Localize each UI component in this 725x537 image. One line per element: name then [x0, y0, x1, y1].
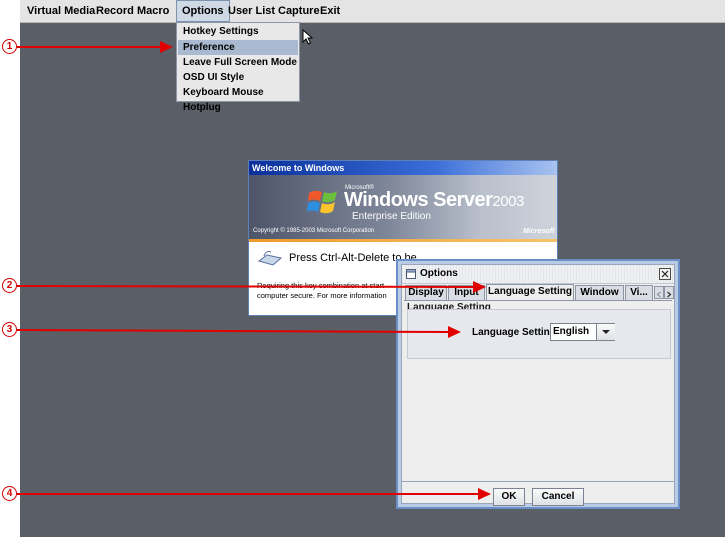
tab-video[interactable]: Vi... [625, 285, 653, 300]
cancel-button[interactable]: Cancel [532, 488, 584, 506]
options-panel: Options Display Input Language Setting W… [401, 264, 675, 506]
copyright-text: Copyright © 1985-2003 Microsoft Corporat… [253, 228, 375, 234]
menu-item-preference[interactable]: Preference [178, 40, 298, 55]
windows-banner: Microsoft® Windows Server2003 Enterprise… [249, 175, 557, 239]
menu-options[interactable]: Options [176, 0, 230, 22]
menu-virtual-media[interactable]: Virtual Media [22, 0, 100, 22]
chevron-left-icon [656, 291, 661, 298]
welcome-title: Welcome to Windows [249, 161, 557, 175]
callout-1: 1 [2, 39, 17, 54]
callout-2: 2 [2, 278, 17, 293]
keyboard-icon [257, 251, 283, 266]
close-icon[interactable] [659, 268, 671, 280]
chevron-down-icon [602, 330, 610, 334]
menu-item-leave-full-screen[interactable]: Leave Full Screen Mode [178, 55, 298, 70]
callout-4: 4 [2, 486, 17, 501]
chevron-right-icon [667, 291, 672, 298]
tab-window[interactable]: Window [575, 285, 624, 300]
callout-3: 3 [2, 322, 17, 337]
language-select[interactable]: English [550, 323, 615, 341]
options-dialog: Options Display Input Language Setting W… [396, 259, 680, 509]
callout-4-arrowhead [478, 488, 491, 500]
menu-macro[interactable]: Macro [132, 0, 174, 22]
edition-label: Enterprise Edition [352, 211, 431, 222]
mouse-pointer-icon [302, 29, 314, 45]
microsoft-logo: Microsoft [523, 228, 555, 235]
callout-2-arrowhead [473, 281, 486, 293]
footer-separator [402, 481, 674, 482]
language-select-button[interactable] [596, 324, 615, 340]
callout-1-line [17, 46, 161, 48]
options-dropdown: Hotkey Settings Preference Leave Full Sc… [176, 22, 300, 113]
tab-scroll-left-button[interactable] [654, 286, 664, 299]
window-icon [406, 269, 416, 279]
callout-1-arrowhead [160, 41, 173, 53]
menu-exit[interactable]: Exit [315, 0, 345, 22]
product-name-row: Windows Server2003 [344, 189, 524, 212]
language-setting-label: Language Setting [472, 327, 556, 338]
menu-bar: Virtual Media Record Macro Options User … [20, 0, 725, 23]
options-titlebar[interactable]: Options [402, 265, 674, 284]
tab-divider [404, 300, 672, 301]
orange-bar [249, 239, 557, 242]
product-name: Windows Server [344, 189, 493, 211]
windows-flag-icon [307, 190, 337, 214]
callout-4-line [17, 493, 479, 495]
callout-3-arrowhead [448, 326, 461, 338]
menu-item-hotkey-settings[interactable]: Hotkey Settings [178, 24, 298, 39]
menu-item-keyboard-mouse-hotplug[interactable]: Keyboard Mouse Hotplug [178, 85, 298, 113]
language-setting-group: Language Setting English [407, 309, 671, 359]
menu-item-osd-ui-style[interactable]: OSD UI Style [178, 70, 298, 85]
welcome-body-line2: computer secure. For more information [257, 291, 387, 300]
options-title: Options [420, 268, 458, 279]
language-select-value: English [553, 326, 590, 337]
tab-language-setting[interactable]: Language Setting [486, 284, 574, 300]
tab-scroll-right-button[interactable] [664, 286, 674, 299]
ok-button[interactable]: OK [493, 488, 525, 506]
menu-user-list[interactable]: User List [223, 0, 280, 22]
product-year: 2003 [492, 193, 524, 210]
